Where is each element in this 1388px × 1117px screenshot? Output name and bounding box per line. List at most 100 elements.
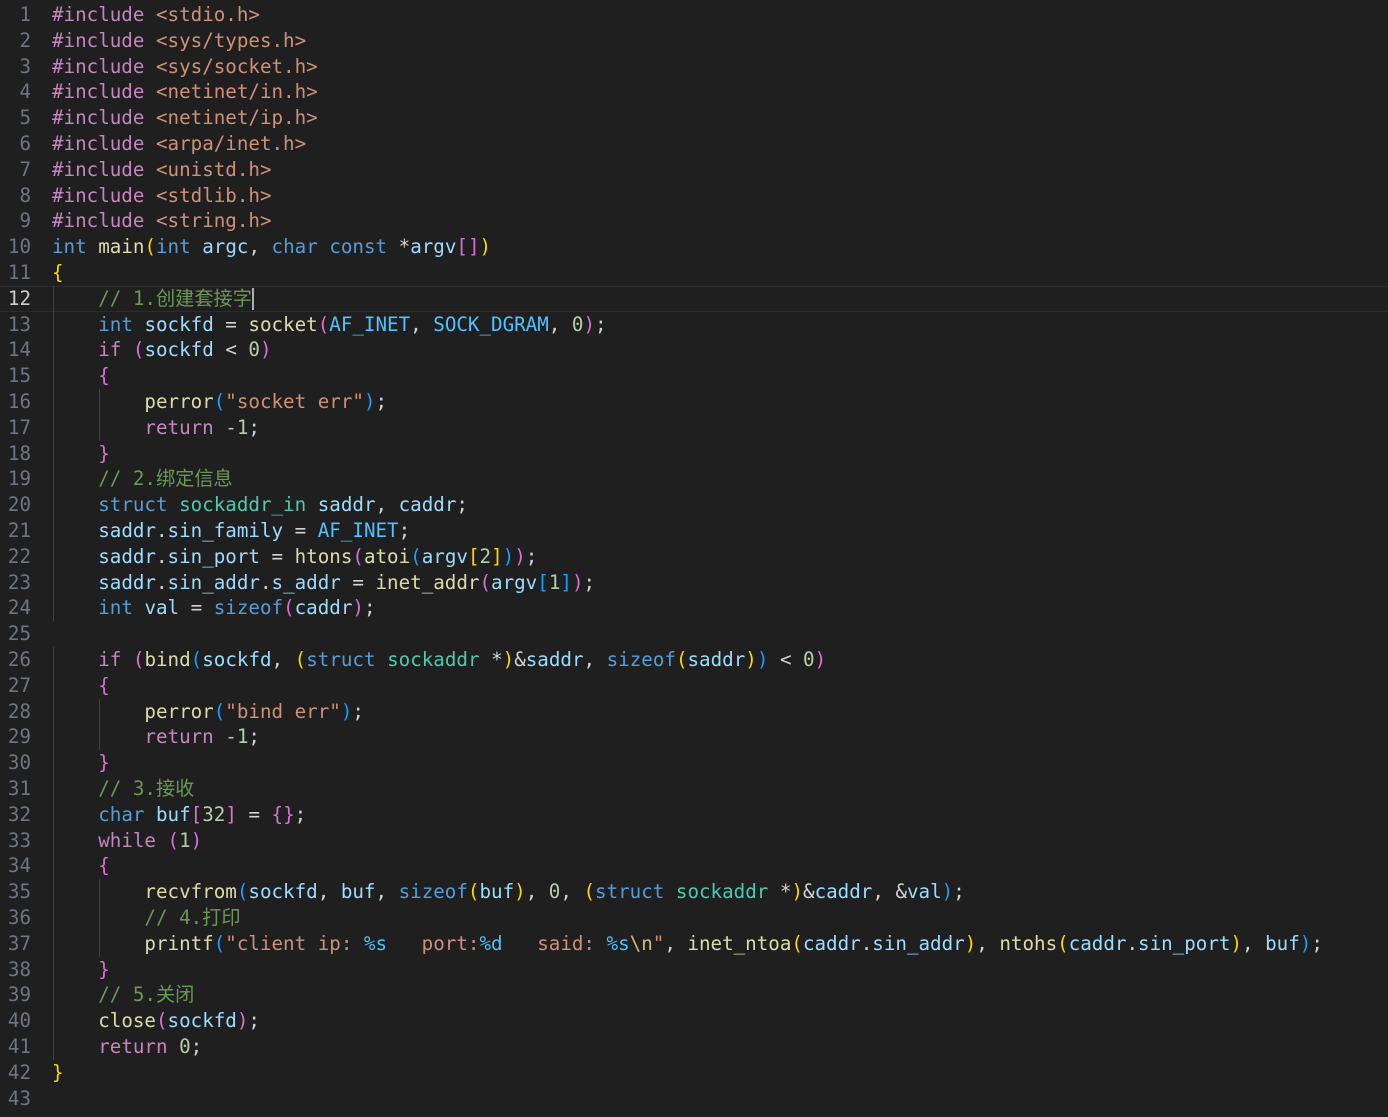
code-line[interactable]: 7 #include <unistd.h> xyxy=(0,157,1388,183)
code-line[interactable]: 4 #include <netinet/in.h> xyxy=(0,79,1388,105)
code-text: // 3.接收 xyxy=(52,776,194,802)
line-number: 24 xyxy=(7,596,31,620)
code-line[interactable]: 32 char buf[32] = {}; xyxy=(0,801,1388,828)
code-line[interactable]: 9 #include <string.h> xyxy=(0,208,1388,234)
code-line[interactable]: 39 // 5.关闭 xyxy=(0,982,1388,1009)
code-line[interactable]: 29 return -1; xyxy=(0,724,1388,751)
code-text: #include <unistd.h> xyxy=(52,157,272,183)
code-line[interactable]: 41 return 0; xyxy=(0,1034,1388,1060)
code-line[interactable]: 19 // 2.绑定信息 xyxy=(0,466,1388,493)
code-token: * xyxy=(387,235,411,259)
code-line[interactable]: 26 if (bind(sockfd, (struct sockaddr *)&… xyxy=(0,647,1388,673)
code-token: int xyxy=(52,235,87,259)
code-line[interactable]: 31 // 3.接收 xyxy=(0,776,1388,802)
code-token: "bind err" xyxy=(225,699,341,723)
code-line[interactable]: 42} xyxy=(0,1060,1388,1086)
code-token: sizeof xyxy=(606,648,676,671)
code-line[interactable]: 23 saddr.sin_addr.s_addr = inet_addr(arg… xyxy=(0,569,1388,596)
code-token: , xyxy=(976,931,1000,955)
code-token: ) xyxy=(502,648,515,671)
code-token: const xyxy=(329,235,388,259)
code-line[interactable]: 33 while (1) xyxy=(0,827,1388,854)
code-line[interactable]: 36 // 4.打印 xyxy=(0,905,1388,931)
code-line[interactable]: 38 } xyxy=(0,956,1388,983)
code-token: ) xyxy=(964,931,977,955)
code-text: #include <stdio.h> xyxy=(52,2,260,28)
code-line[interactable]: 5 #include <netinet/ip.h> xyxy=(0,105,1388,131)
code-token: caddr xyxy=(294,596,353,620)
code-token: perror xyxy=(144,390,214,413)
line-number: 14 xyxy=(7,338,31,362)
code-line[interactable]: 40 close(sockfd); xyxy=(0,1008,1388,1034)
code-token: %s xyxy=(363,931,388,955)
code-token: char xyxy=(271,235,318,259)
code-editor[interactable]: 1 #include <stdio.h> 2 #include <sys/types.… xyxy=(0,0,1388,1117)
code-text: #include <arpa/inet.h> xyxy=(52,131,306,157)
code-line[interactable]: 30 } xyxy=(0,750,1388,776)
code-token: , xyxy=(560,880,584,904)
code-token: argv xyxy=(491,570,538,594)
code-line[interactable]: 35 recvfrom(sockfd, buf, sizeof(buf), 0,… xyxy=(0,879,1388,905)
code-line[interactable]: 18 } xyxy=(0,440,1388,467)
code-line[interactable]: 28 perror("bind err"); xyxy=(0,698,1388,725)
code-line[interactable]: 10 int main(int argc, char const *argv[]) xyxy=(0,234,1388,260)
code-text: #include <netinet/ip.h> xyxy=(52,105,318,131)
code-line[interactable]: 2 #include <sys/types.h> xyxy=(0,28,1388,54)
code-line[interactable]: 34 { xyxy=(0,853,1388,880)
code-line[interactable]: 17 return -1; xyxy=(0,414,1388,441)
code-line[interactable]: 20 struct sockaddr_in saddr, caddr; xyxy=(0,492,1388,518)
code-token: = xyxy=(236,802,272,826)
code-line[interactable]: 16 perror("socket err"); xyxy=(0,389,1388,415)
code-line[interactable]: 43 xyxy=(0,1086,1388,1112)
code-line[interactable]: 22 saddr.sin_port = htons(atoi(argv[2]))… xyxy=(0,543,1388,570)
code-line[interactable]: 37 printf("client ip: %s port:%d said: %… xyxy=(0,930,1388,957)
code-token: ) xyxy=(756,648,769,671)
code-token: ] xyxy=(491,544,503,568)
line-number: 42 xyxy=(7,1060,31,1084)
code-line[interactable]: 6 #include <arpa/inet.h> xyxy=(0,131,1388,157)
code-text: recvfrom(sockfd, buf, sizeof(buf), 0, (s… xyxy=(52,879,964,905)
code-line[interactable]: 12 // 1.创建套接字 xyxy=(0,285,1388,312)
line-number: 36 xyxy=(7,906,31,929)
code-token: buf xyxy=(479,880,515,904)
code-line[interactable]: 8 #include <stdlib.h> xyxy=(0,183,1388,209)
code-token: #include xyxy=(52,209,145,233)
code-token: saddr xyxy=(98,519,156,542)
line-number: 8 xyxy=(19,183,31,207)
code-token: } xyxy=(98,751,110,775)
code-line[interactable]: 24 int val = sizeof(caddr); xyxy=(0,595,1388,622)
code-token: } xyxy=(52,1060,64,1084)
code-line[interactable]: 27 { xyxy=(0,672,1388,699)
code-token: return xyxy=(98,1035,168,1058)
code-line[interactable]: 1 #include <stdio.h> xyxy=(0,2,1388,28)
line-number: 41 xyxy=(7,1035,31,1058)
code-token: // 2.绑定信息 xyxy=(98,467,233,491)
code-token: ) xyxy=(190,828,203,852)
code-line[interactable]: 11 { xyxy=(0,260,1388,286)
code-token: char xyxy=(98,802,145,826)
code-line[interactable]: 15 { xyxy=(0,363,1388,389)
code-token: , xyxy=(583,648,607,671)
code-token: ) xyxy=(514,880,526,904)
code-line[interactable]: 14 if (sockfd < 0) xyxy=(0,337,1388,364)
code-token: sockfd xyxy=(144,338,214,362)
code-token: argc xyxy=(202,235,249,259)
code-text: #include <sys/socket.h> xyxy=(52,54,318,80)
code-line[interactable]: 25 xyxy=(0,621,1388,647)
code-line[interactable]: 3 #include <sys/socket.h> xyxy=(0,54,1388,80)
code-token: ( xyxy=(479,570,492,594)
code-token: #include xyxy=(52,3,145,26)
code-line[interactable]: 13 int sockfd = socket(AF_INET, SOCK_DGR… xyxy=(0,311,1388,338)
code-token: sizeof xyxy=(398,880,468,904)
code-line[interactable]: 21 saddr.sin_family = AF_INET; xyxy=(0,518,1388,544)
